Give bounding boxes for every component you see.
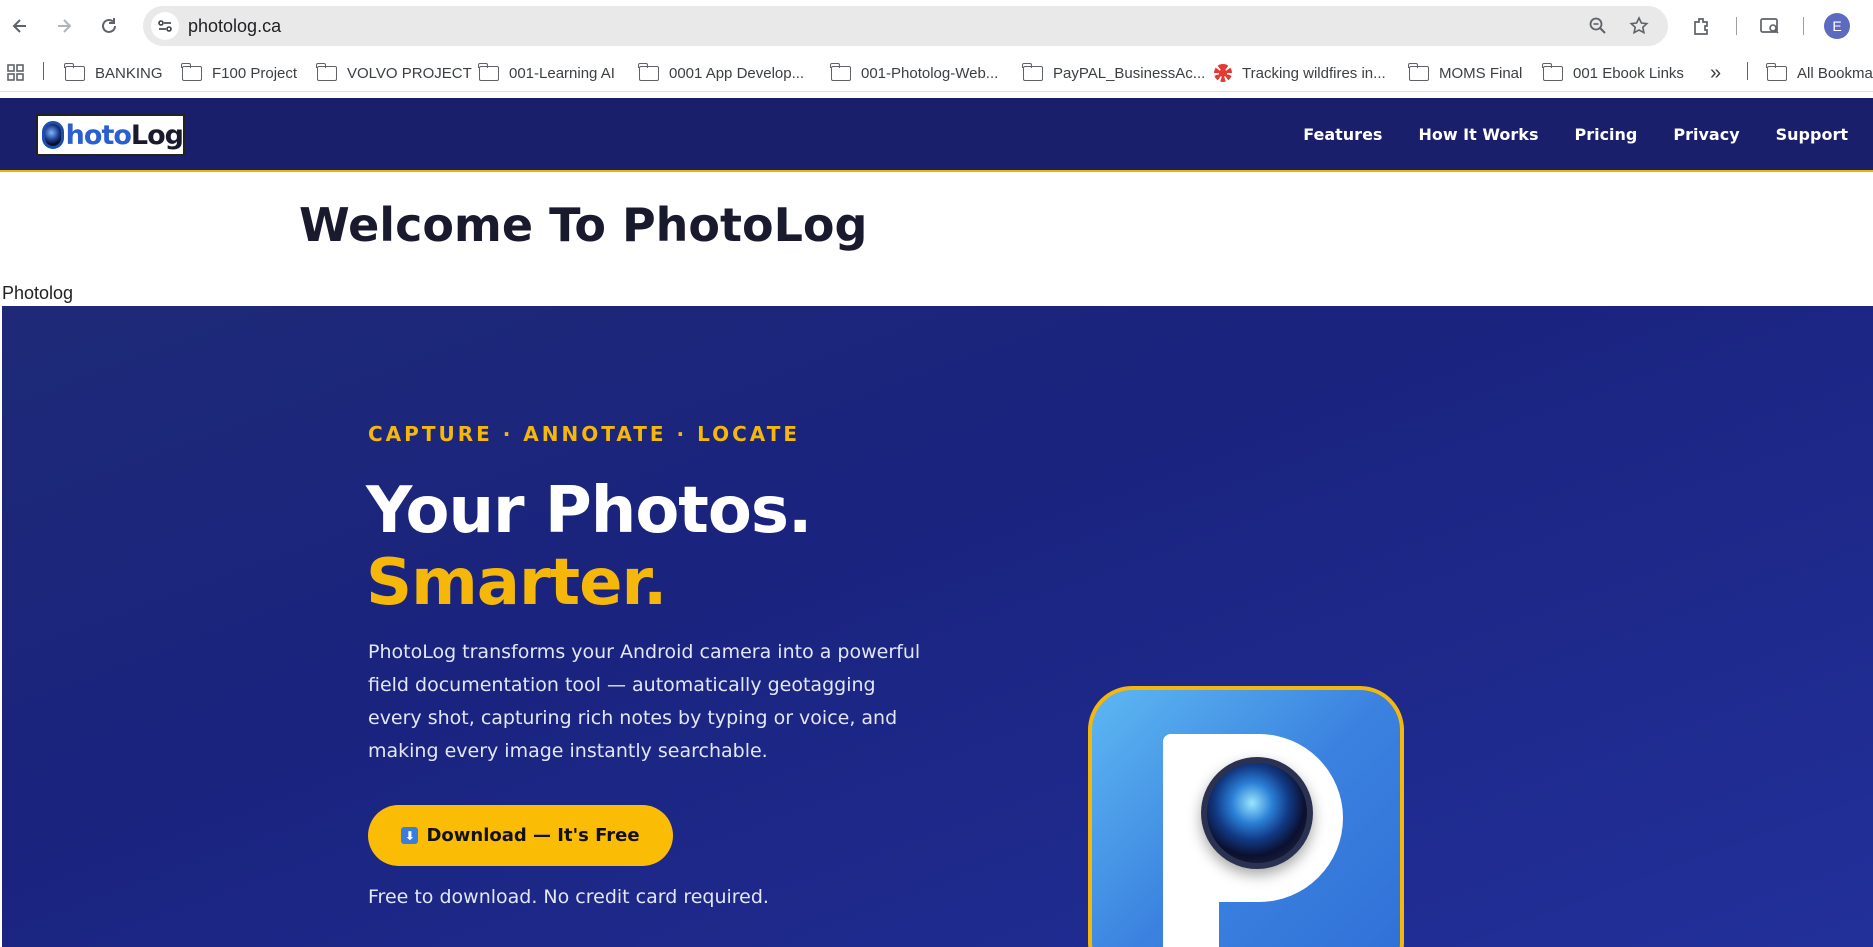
hero-section: CAPTURE · ANNOTATE · LOCATE Your Photos.… bbox=[2, 306, 1873, 947]
photolog-logo[interactable]: hotoLog bbox=[36, 114, 185, 156]
nav-features[interactable]: Features bbox=[1303, 125, 1382, 144]
bookmarks-overflow-icon[interactable]: » bbox=[1710, 62, 1721, 84]
hero-headline-line-2: Smarter. bbox=[366, 546, 667, 620]
app-icon-image bbox=[1088, 686, 1404, 947]
main-nav: Features How It Works Pricing Privacy Su… bbox=[1267, 125, 1848, 144]
logo-wordmark: hotoLog bbox=[65, 119, 184, 151]
folder-icon bbox=[638, 62, 659, 81]
bookmark-item[interactable]: 001-Photolog-Web... bbox=[830, 62, 998, 84]
folder-icon bbox=[1766, 62, 1787, 81]
welcome-heading: Welcome To PhotoLog bbox=[299, 198, 868, 252]
folder-icon bbox=[830, 62, 851, 81]
hero-eyebrow: CAPTURE · ANNOTATE · LOCATE bbox=[368, 422, 801, 446]
folder-icon bbox=[181, 62, 202, 81]
camera-lens-icon bbox=[42, 121, 64, 149]
folder-icon bbox=[64, 62, 85, 81]
folder-icon bbox=[478, 62, 499, 81]
bookmark-item[interactable]: 001 Ebook Links bbox=[1542, 62, 1684, 84]
download-arrow-icon: ⬇ bbox=[401, 827, 419, 844]
bookmark-item[interactable]: 0001 App Develop... bbox=[638, 62, 804, 84]
download-button[interactable]: ⬇ Download — It's Free bbox=[368, 805, 673, 866]
bookmark-star-icon[interactable] bbox=[1628, 15, 1650, 37]
forward-icon[interactable] bbox=[50, 12, 78, 40]
tab-search-icon[interactable] bbox=[1758, 14, 1782, 38]
folder-icon bbox=[1022, 62, 1043, 81]
browser-toolbar: photolog.ca E bbox=[0, 0, 1873, 52]
download-note: Free to download. No credit card require… bbox=[368, 886, 769, 908]
site-info-icon[interactable] bbox=[151, 12, 179, 40]
nav-privacy[interactable]: Privacy bbox=[1673, 125, 1739, 144]
extensions-icon[interactable] bbox=[1690, 14, 1714, 38]
bookmark-item[interactable]: MOMS Final bbox=[1408, 62, 1522, 84]
bookmark-item[interactable]: 001-Learning AI bbox=[478, 62, 615, 84]
camera-lens-icon bbox=[1201, 757, 1313, 869]
folder-icon bbox=[1542, 62, 1563, 81]
folder-icon bbox=[316, 62, 337, 81]
url-text[interactable]: photolog.ca bbox=[188, 16, 281, 37]
bookmark-item[interactable]: F100 Project bbox=[181, 62, 297, 84]
hero-headline-line-1: Your Photos. bbox=[366, 474, 812, 548]
folder-icon bbox=[1408, 62, 1429, 81]
reload-icon[interactable] bbox=[95, 12, 123, 40]
bookmark-item[interactable]: PayPAL_BusinessAc... bbox=[1022, 62, 1205, 84]
apps-grid-icon[interactable] bbox=[6, 62, 26, 84]
bookmark-item[interactable]: VOLVO PROJECT bbox=[316, 62, 472, 84]
nav-pricing[interactable]: Pricing bbox=[1574, 125, 1637, 144]
download-button-label: Download — It's Free bbox=[426, 825, 640, 846]
back-icon[interactable] bbox=[6, 12, 34, 40]
hero-description: PhotoLog transforms your Android camera … bbox=[368, 641, 921, 762]
zoom-icon[interactable] bbox=[1587, 15, 1609, 37]
all-bookmarks[interactable]: All Bookma bbox=[1766, 62, 1873, 84]
bookmark-item[interactable]: Tracking wildfires in... bbox=[1214, 62, 1386, 84]
profile-avatar[interactable]: E bbox=[1824, 13, 1850, 39]
cbc-icon bbox=[1214, 64, 1232, 82]
address-bar[interactable]: photolog.ca bbox=[143, 6, 1668, 46]
bookmarks-bar: BANKING F100 Project VOLVO PROJECT 001-L… bbox=[0, 52, 1873, 92]
nav-support[interactable]: Support bbox=[1776, 125, 1848, 144]
bookmark-item[interactable]: BANKING bbox=[64, 62, 163, 84]
nav-how-it-works[interactable]: How It Works bbox=[1418, 125, 1538, 144]
site-header: hotoLog Features How It Works Pricing Pr… bbox=[0, 98, 1873, 172]
image-alt-text: Photolog bbox=[2, 283, 74, 303]
